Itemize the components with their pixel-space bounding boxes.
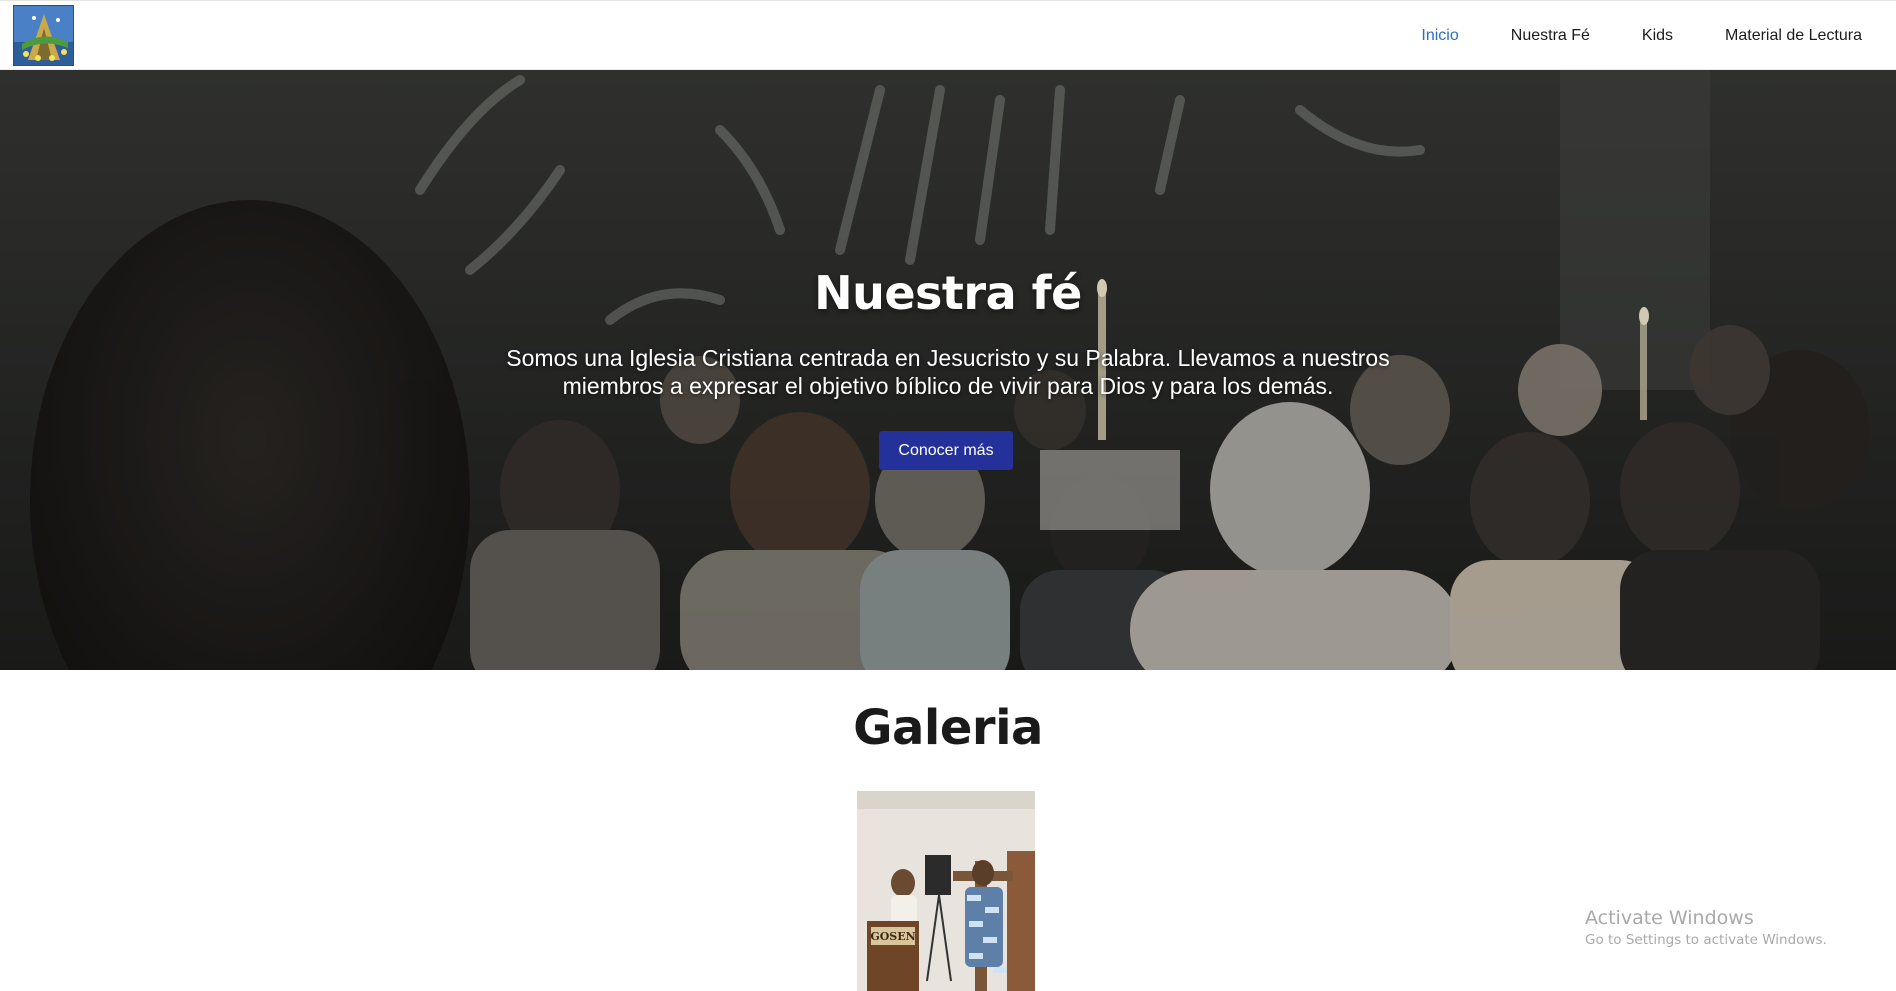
nav-link-inicio[interactable]: Inicio [1421,27,1458,45]
nav-menu: Inicio Nuestra Fé Kids Material de Lectu… [1421,1,1862,71]
nav-link-material-de-lectura[interactable]: Material de Lectura [1725,27,1862,45]
watermark-subtitle: Go to Settings to activate Windows. [1585,932,1827,948]
gallery-title: Galeria [853,700,1043,756]
church-logo-icon[interactable] [13,5,74,66]
nav-link-nuestra-fe[interactable]: Nuestra Fé [1511,27,1590,45]
gosen-sign-text: GOSEN [870,930,915,943]
windows-activation-watermark: Activate Windows Go to Settings to activ… [1585,906,1827,950]
hero-section: Nuestra fé Somos una Iglesia Cristiana c… [0,70,1896,670]
hero-description: Somos una Iglesia Cristiana centrada en … [506,345,1390,399]
hero-content: Nuestra fé Somos una Iglesia Cristiana c… [0,70,1896,670]
gallery-photo[interactable]: GOSEN [857,791,1035,991]
navbar: Inicio Nuestra Fé Kids Material de Lectu… [0,0,1896,70]
nav-link-kids[interactable]: Kids [1642,27,1673,45]
conocer-mas-button[interactable]: Conocer más [879,431,1013,470]
watermark-title: Activate Windows [1585,907,1754,929]
hero-title: Nuestra fé [814,266,1082,320]
